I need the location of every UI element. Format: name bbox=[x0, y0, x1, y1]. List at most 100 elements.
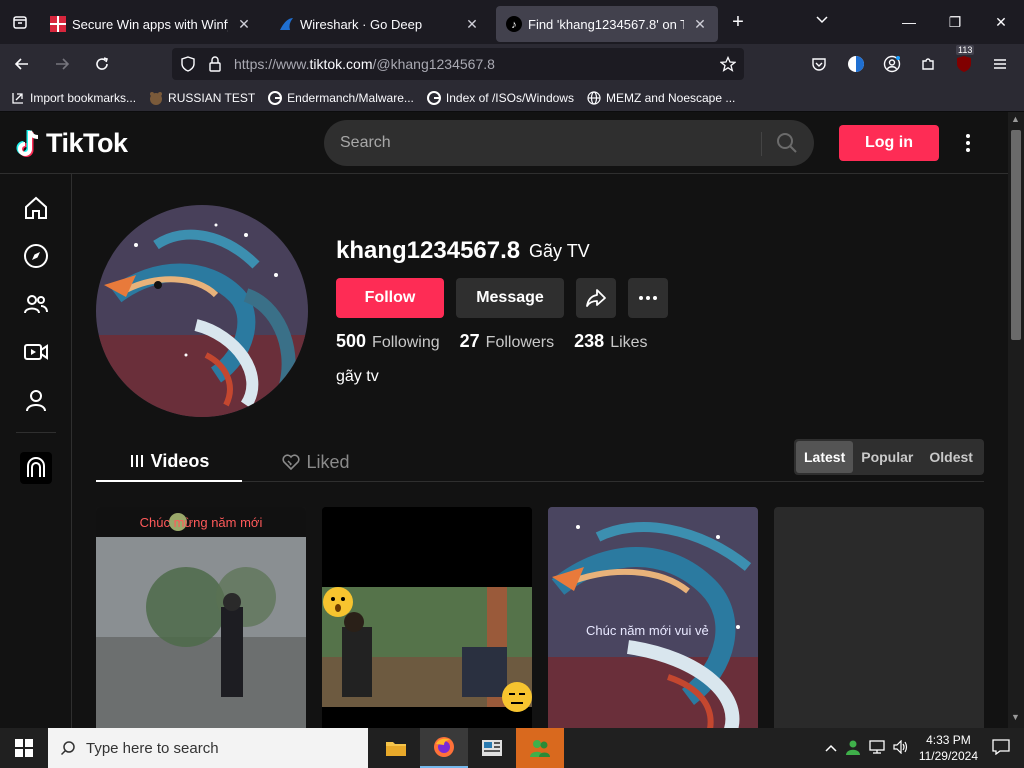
minimize-icon[interactable]: — bbox=[886, 0, 932, 44]
share-button[interactable] bbox=[576, 278, 616, 318]
search-placeholder: Search bbox=[340, 134, 391, 151]
bookmark-item[interactable]: Endermanch/Malware... bbox=[267, 90, 414, 106]
tab-list-button[interactable] bbox=[0, 0, 40, 44]
video-caption: Chúc mừng năm mới bbox=[139, 515, 263, 530]
likes-count: 238 bbox=[574, 331, 605, 351]
video-thumbnail[interactable]: Chúc năm mới vui vẻ bbox=[548, 507, 758, 728]
follow-button[interactable]: Follow bbox=[336, 278, 444, 318]
video-thumbnail-placeholder[interactable] bbox=[774, 507, 984, 728]
bookmark-item[interactable]: MEMZ and Noescape ... bbox=[586, 90, 735, 106]
google-favicon-icon bbox=[267, 90, 283, 106]
start-button[interactable] bbox=[0, 728, 48, 768]
file-explorer-icon[interactable] bbox=[372, 728, 420, 768]
profile-bio: gãy tv bbox=[336, 368, 379, 385]
back-button[interactable] bbox=[4, 48, 40, 80]
reload-icon bbox=[96, 57, 109, 70]
sort-popular-button[interactable]: Popular bbox=[853, 441, 921, 473]
restore-icon[interactable]: ❐ bbox=[932, 0, 978, 44]
svg-text:♪: ♪ bbox=[511, 19, 517, 31]
ellipsis-icon bbox=[639, 296, 657, 300]
search-divider bbox=[761, 132, 762, 156]
page-scrollbar[interactable]: ▲ ▼ bbox=[1008, 112, 1024, 728]
search-icon[interactable] bbox=[776, 132, 798, 159]
news-app-icon[interactable] bbox=[468, 728, 516, 768]
followers-label: Followers bbox=[485, 334, 555, 351]
tab-title: Secure Win apps with Winfy bbox=[72, 16, 228, 32]
sort-latest-button[interactable]: Latest bbox=[796, 441, 854, 473]
menu-hamburger-icon[interactable] bbox=[984, 48, 1016, 80]
notifications-icon[interactable] bbox=[992, 738, 1010, 758]
reload-button[interactable] bbox=[84, 48, 120, 80]
login-button[interactable]: Log in bbox=[839, 125, 939, 161]
video-thumbnail[interactable]: Chúc mừng năm mới bbox=[96, 507, 306, 728]
browser-tab-bar: Secure Win apps with Winfy ✕ Wireshark ·… bbox=[0, 0, 1024, 44]
firefox-taskbar-icon[interactable] bbox=[420, 728, 468, 768]
search-input[interactable]: Search bbox=[324, 120, 814, 166]
new-tab-button[interactable]: + bbox=[718, 11, 758, 34]
bookmark-item[interactable]: Import bookmarks... bbox=[10, 90, 136, 106]
tab-close-icon[interactable]: ✕ bbox=[464, 16, 480, 33]
lock-icon[interactable] bbox=[208, 56, 222, 72]
user-tray-icon[interactable] bbox=[845, 739, 861, 758]
forward-button[interactable] bbox=[44, 48, 80, 80]
network-icon[interactable] bbox=[869, 739, 885, 757]
url-prefix: https://www. bbox=[234, 56, 310, 72]
tiktok-note-icon bbox=[16, 129, 39, 157]
dark-reader-extension-icon[interactable] bbox=[840, 48, 872, 80]
scroll-thumb[interactable] bbox=[1011, 130, 1021, 340]
bookmark-star-icon[interactable] bbox=[720, 56, 736, 72]
url-text: https://www.tiktok.com/@khang1234567.8 bbox=[234, 56, 495, 72]
clock-date: 11/29/2024 bbox=[918, 749, 978, 763]
account-icon[interactable] bbox=[876, 48, 908, 80]
bookmark-label: Endermanch/Malware... bbox=[287, 90, 414, 105]
profile-icon[interactable] bbox=[22, 386, 50, 414]
profile-more-button[interactable] bbox=[628, 278, 668, 318]
followers-stat[interactable]: 27 Followers bbox=[460, 331, 555, 352]
following-stat[interactable]: 500 Following bbox=[336, 331, 440, 352]
followers-count: 27 bbox=[459, 331, 480, 351]
browser-tab-active[interactable]: ♪ Find 'khang1234567.8' on TikTok ✕ bbox=[496, 6, 718, 42]
tab-videos[interactable]: Videos bbox=[96, 442, 242, 482]
video-thumbnail-image bbox=[548, 507, 758, 728]
browser-tab[interactable]: Wireshark · Go Deep ✕ bbox=[268, 6, 490, 42]
tiktok-logo[interactable]: TikTok bbox=[16, 128, 128, 159]
tiktok-sidebar bbox=[0, 174, 72, 728]
sort-oldest-button[interactable]: Oldest bbox=[921, 441, 981, 473]
live-video-icon[interactable] bbox=[22, 338, 50, 366]
home-icon[interactable] bbox=[22, 194, 50, 222]
volume-icon[interactable] bbox=[893, 739, 909, 757]
explore-compass-icon[interactable] bbox=[22, 242, 50, 270]
bookmark-item[interactable]: Index of /ISOs/Windows bbox=[426, 90, 574, 106]
more-options-icon[interactable] bbox=[958, 131, 978, 155]
url-bar[interactable]: https://www.tiktok.com/@khang1234567.8 bbox=[172, 48, 744, 80]
avatar[interactable] bbox=[96, 205, 308, 417]
tab-videos-label: Videos bbox=[150, 450, 210, 471]
close-window-icon[interactable]: ✕ bbox=[978, 0, 1024, 44]
show-hidden-icons-icon[interactable] bbox=[825, 741, 837, 755]
scroll-up-icon[interactable]: ▲ bbox=[1011, 114, 1020, 124]
back-arrow-icon bbox=[14, 58, 28, 70]
following-count: 500 bbox=[336, 331, 367, 351]
pocket-icon[interactable] bbox=[803, 48, 835, 80]
url-host: tiktok.com bbox=[309, 56, 373, 72]
tab-close-icon[interactable]: ✕ bbox=[692, 16, 708, 33]
tab-liked[interactable]: Liked bbox=[266, 442, 366, 482]
sort-segmented-control: Latest Popular Oldest bbox=[794, 439, 984, 475]
people-app-icon[interactable] bbox=[516, 728, 564, 768]
list-all-tabs-icon[interactable] bbox=[815, 12, 829, 31]
taskbar-search-input[interactable]: Type here to search bbox=[48, 728, 368, 768]
more-apps-icon[interactable] bbox=[20, 452, 52, 484]
scroll-down-icon[interactable]: ▼ bbox=[1011, 712, 1020, 722]
ublock-extension-icon[interactable]: 113 bbox=[948, 45, 980, 80]
tab-close-icon[interactable]: ✕ bbox=[236, 16, 252, 33]
extensions-puzzle-icon[interactable] bbox=[912, 48, 944, 80]
message-button[interactable]: Message bbox=[456, 278, 564, 318]
clock[interactable]: 4:33 PM 11/29/2024 bbox=[919, 732, 978, 764]
video-thumbnail[interactable] bbox=[322, 507, 532, 728]
tracking-shield-icon[interactable] bbox=[180, 56, 196, 72]
browser-nav-bar: https://www.tiktok.com/@khang1234567.8 1… bbox=[0, 44, 1024, 84]
bookmark-item[interactable]: RUSSIAN TEST bbox=[148, 90, 255, 106]
browser-tab[interactable]: Secure Win apps with Winfy ✕ bbox=[40, 6, 262, 42]
following-users-icon[interactable] bbox=[22, 290, 50, 318]
videos-grid-icon bbox=[130, 455, 143, 467]
